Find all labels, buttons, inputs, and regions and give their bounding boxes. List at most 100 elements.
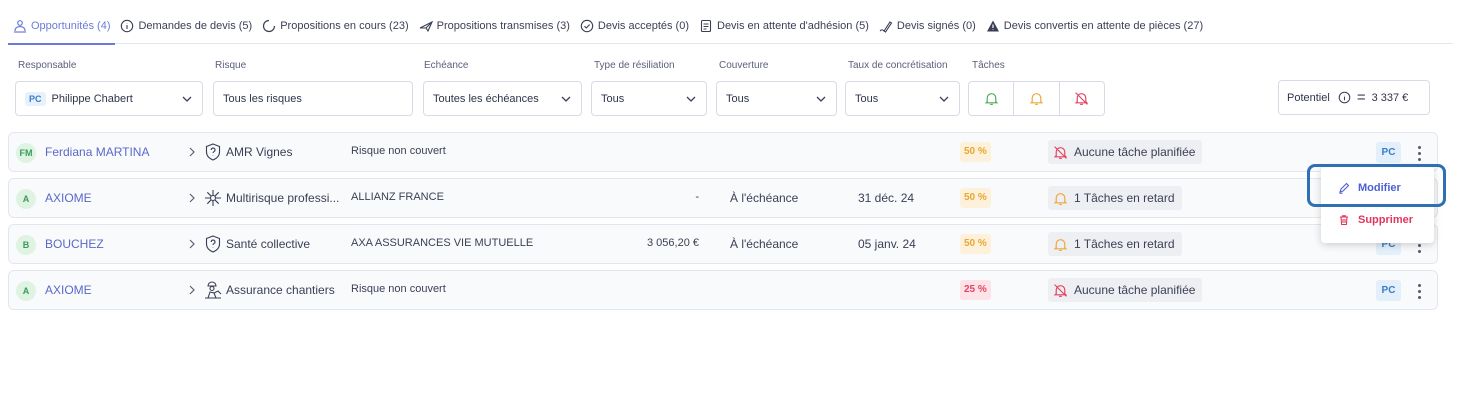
task-label: Aucune tâche planifiée [1074,283,1196,297]
delete-label: Supprimer [1358,214,1414,226]
filter-label-echeance: Echéance [424,60,469,71]
table-row[interactable]: B BOUCHEZ Santé collective AXA ASSURANCE… [8,224,1438,264]
task-filter-none[interactable] [1060,82,1104,115]
delete-menu-item[interactable]: Supprimer [1321,205,1434,235]
more-options-icon[interactable] [1412,142,1426,164]
insurer-label: ALLIANZ FRANCE [351,191,444,203]
tab-label: Propositions transmises (3) [436,19,570,32]
tab-label: Devis convertis en attente de pièces (27… [1003,19,1204,32]
tab-label: Demandes de devis (5) [138,19,253,32]
bell-warning-icon [1053,192,1068,205]
filter-label-risque: Risque [215,60,247,71]
chevron-down-icon [686,96,696,102]
tab-label: Devis signés (0) [896,19,976,32]
avatar: A [16,281,36,301]
filter-label-responsable: Responsable [18,60,77,71]
edit-label: Modifier [1358,182,1401,194]
echeance-select[interactable]: Toutes les échéances [423,81,582,116]
task-status: 1 Tâches en retard [1048,232,1182,256]
risk-label: AMR Vignes [226,145,293,159]
taux-select[interactable]: Tous [845,81,960,116]
task-status: Aucune tâche planifiée [1048,278,1203,302]
tab-devis-en-attente-adhesion[interactable]: Devis en attente d'adhésion (5) [694,9,874,43]
client-name-link[interactable]: AXIOME [45,191,92,205]
couverture-select[interactable]: Tous [716,81,837,116]
client-name-link[interactable]: BOUCHEZ [45,237,104,251]
task-filter-late[interactable] [1014,82,1060,115]
loading-icon [262,19,276,33]
insurer-label: AXA ASSURANCES VIE MUTUELLE [351,237,534,249]
send-icon [419,19,433,33]
tab-opportunites[interactable]: Opportunités (4) [8,9,116,45]
signature-icon [879,19,893,33]
risk-label: Santé collective [226,237,311,251]
tab-devis-acceptes[interactable]: Devis acceptés (0) [575,9,694,43]
chevron-down-icon [182,96,192,102]
rate-badge: 50 % [960,142,991,162]
potentiel-value: 3 337 € [1371,91,1409,104]
check-circle-icon [580,19,594,33]
amount-label: 3 056,20 € [647,237,699,249]
filter-label-taux: Taux de concrétisation [848,60,948,71]
client-name-link[interactable]: AXIOME [45,283,92,297]
owner-badge: PC [1376,280,1401,301]
task-label: 1 Tâches en retard [1074,237,1175,251]
tab-propositions-transmises[interactable]: Propositions transmises (3) [414,9,575,43]
row-context-menu: Modifier Supprimer [1321,167,1434,243]
bell-off-icon [1075,92,1089,105]
construction-worker-icon [205,281,222,299]
client-name-link[interactable]: Ferdiana MARTINA [45,145,149,159]
tab-demandes-de-devis[interactable]: Demandes de devis (5) [115,9,257,43]
warning-icon [986,19,1000,33]
resiliation-value: Tous [601,92,625,105]
pencil-icon [1339,182,1350,194]
owner-badge: PC [1376,142,1401,163]
tab-label: Devis acceptés (0) [597,19,689,32]
resiliation-select[interactable]: Tous [591,81,707,116]
task-status: Aucune tâche planifiée [1048,140,1203,164]
chevron-right-icon[interactable] [185,191,199,205]
chevron-right-icon[interactable] [185,237,199,251]
bell-warning-icon [1053,238,1068,251]
responsable-value: Philippe Chabert [51,92,133,105]
table-row[interactable]: A AXIOME Assurance chantiers Risque non … [8,270,1438,310]
info-icon[interactable] [1338,91,1351,104]
chevron-right-icon[interactable] [185,145,199,159]
resiliation-label: À l'échéance [730,237,799,251]
tab-label: Devis en attente d'adhésion (5) [717,19,869,32]
status-tabs: Opportunités (4) Demandes de devis (5) P… [8,8,1453,45]
risque-input[interactable]: Tous les risques [213,81,413,116]
bell-off-icon [1053,145,1068,159]
task-label: Aucune tâche planifiée [1074,145,1196,159]
tab-propositions-en-cours[interactable]: Propositions en cours (23) [257,9,413,43]
task-label: 1 Tâches en retard [1074,191,1175,205]
table-row[interactable]: FM Ferdiana MARTINA AMR Vignes Risque no… [8,132,1438,172]
bell-off-icon [1053,283,1068,297]
tab-devis-signes[interactable]: Devis signés (0) [874,9,981,43]
bell-icon [984,93,998,105]
task-filter-ok[interactable] [969,82,1015,115]
couverture-value: Tous [726,92,750,105]
document-icon [699,19,713,33]
chevron-down-icon [939,96,949,102]
chevron-down-icon [561,96,571,102]
info-icon [120,19,134,33]
rate-badge: 50 % [960,234,991,254]
avatar: FM [16,143,36,163]
table-row[interactable]: A AXIOME Multirisque professi... ALLIANZ… [8,178,1438,218]
risque-value: Tous les risques [223,92,302,105]
edit-menu-item[interactable]: Modifier [1321,173,1434,203]
risk-label: Assurance chantiers [226,283,335,297]
trash-icon [1340,215,1348,226]
risk-label: Multirisque professi... [226,191,340,205]
responsable-select[interactable]: PC Philippe Chabert [15,81,203,116]
echeance-value: Toutes les échéances [433,92,539,105]
shield-question-icon [205,235,221,253]
insurer-label: Risque non couvert [351,145,446,157]
filter-label-taches: Tâches [972,60,1005,71]
avatar: B [16,235,36,255]
tab-devis-convertis[interactable]: Devis convertis en attente de pièces (27… [981,9,1208,43]
network-icon [205,190,221,206]
chevron-right-icon[interactable] [185,283,199,297]
more-options-icon[interactable] [1412,280,1426,302]
